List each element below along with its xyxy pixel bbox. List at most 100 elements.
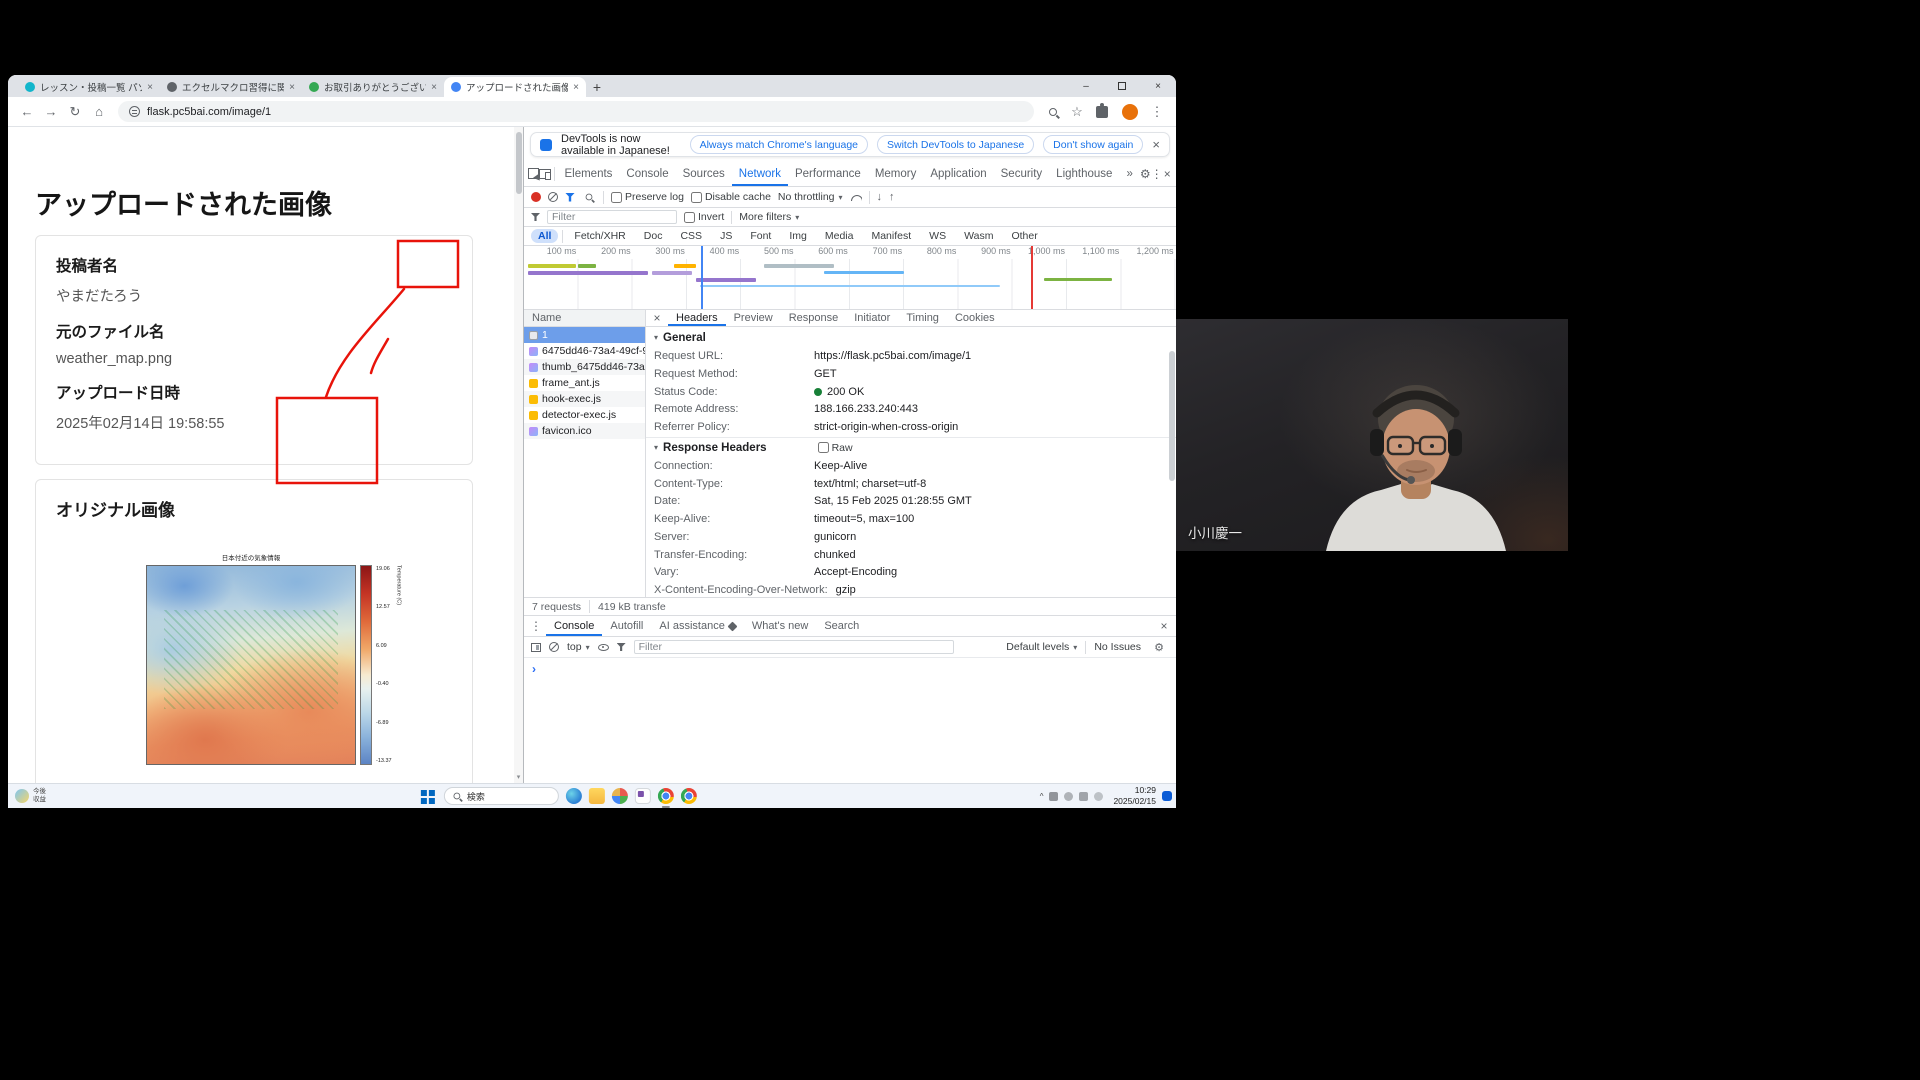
browser-tab-3[interactable]: お取引ありがとうございます × xyxy=(302,77,444,97)
taskbar-app-photos[interactable] xyxy=(612,788,628,804)
tab-memory[interactable]: Memory xyxy=(868,161,924,186)
network-conditions-icon[interactable] xyxy=(850,194,862,201)
tray-icon[interactable] xyxy=(1064,792,1073,801)
taskbar-app-chrome[interactable] xyxy=(658,788,674,804)
close-details-icon[interactable]: × xyxy=(646,311,668,325)
tab-elements[interactable]: Elements xyxy=(557,161,619,186)
network-request-row[interactable]: frame_ant.js xyxy=(524,375,645,391)
dont-show-again-button[interactable]: Don't show again xyxy=(1043,135,1143,154)
tab-security[interactable]: Security xyxy=(994,161,1050,186)
tab-close-icon[interactable]: × xyxy=(147,82,153,93)
checkbox[interactable] xyxy=(691,192,702,203)
chip-img[interactable]: Img xyxy=(782,229,814,243)
bookmark-star-icon[interactable]: ☆ xyxy=(1066,101,1088,123)
chip-ws[interactable]: WS xyxy=(922,229,953,243)
chip-all[interactable]: All xyxy=(531,229,558,243)
tab-cookies[interactable]: Cookies xyxy=(947,310,1003,326)
general-section-header[interactable]: ▾General xyxy=(646,327,1176,348)
more-tabs-icon[interactable]: » xyxy=(1119,161,1139,186)
home-icon[interactable]: ⌂ xyxy=(88,101,110,123)
back-icon[interactable]: ← xyxy=(16,101,38,123)
new-tab-button[interactable]: + xyxy=(586,77,608,97)
tab-headers[interactable]: Headers xyxy=(668,310,726,326)
raw-checkbox[interactable]: Raw xyxy=(818,442,853,454)
notification-badge[interactable] xyxy=(1162,791,1172,801)
chip-font[interactable]: Font xyxy=(743,229,778,243)
tab-performance[interactable]: Performance xyxy=(788,161,868,186)
match-language-button[interactable]: Always match Chrome's language xyxy=(690,135,868,154)
tab-close-icon[interactable]: × xyxy=(573,82,579,93)
tab-console-drawer[interactable]: Console xyxy=(546,616,602,636)
chip-wasm[interactable]: Wasm xyxy=(957,229,1000,243)
scrollbar-down-arrow[interactable]: ▾ xyxy=(514,773,523,781)
network-filter-input[interactable] xyxy=(547,210,677,224)
banner-close-icon[interactable]: × xyxy=(1152,137,1160,152)
browser-tab-active[interactable]: アップロードされた画像 × xyxy=(444,77,586,97)
forward-icon[interactable]: → xyxy=(40,101,62,123)
import-har-icon[interactable]: ↓ xyxy=(877,191,883,203)
network-request-row[interactable]: detector-exec.js xyxy=(524,407,645,423)
export-har-icon[interactable]: ↑ xyxy=(889,191,895,203)
chip-manifest[interactable]: Manifest xyxy=(864,229,918,243)
network-request-row[interactable]: hook-exec.js xyxy=(524,391,645,407)
taskbar-weather-widget[interactable]: 今後収益 xyxy=(8,784,53,808)
network-overview[interactable]: 100 ms 200 ms 300 ms 400 ms 500 ms 600 m… xyxy=(524,246,1176,310)
preserve-log-checkbox[interactable]: Preserve log xyxy=(611,191,684,203)
extensions-icon[interactable] xyxy=(1096,106,1108,118)
taskbar-app-notes[interactable] xyxy=(635,788,651,804)
tray-icon[interactable] xyxy=(1079,792,1088,801)
console-prompt[interactable]: › xyxy=(524,658,1176,783)
tab-initiator[interactable]: Initiator xyxy=(846,310,898,326)
tab-application[interactable]: Application xyxy=(923,161,993,186)
more-filters-dropdown[interactable]: More filters▾ xyxy=(739,211,799,223)
settings-gear-icon[interactable]: ⚙ xyxy=(1140,161,1151,186)
invert-checkbox[interactable]: Invert xyxy=(684,211,724,223)
chip-doc[interactable]: Doc xyxy=(637,229,670,243)
browser-tab-1[interactable]: レッスン・投稿一覧 パソコン仕事 5 × xyxy=(18,77,160,97)
browser-menu-icon[interactable]: ⋮ xyxy=(1146,101,1168,123)
device-toolbar-icon[interactable] xyxy=(539,161,551,186)
context-dropdown[interactable]: top▾ xyxy=(567,641,590,653)
reload-icon[interactable]: ↻ xyxy=(64,101,86,123)
profile-avatar[interactable] xyxy=(1122,104,1138,120)
drawer-close-icon[interactable]: × xyxy=(1154,616,1174,636)
tab-search[interactable]: Search xyxy=(816,616,867,636)
name-column-header[interactable]: Name xyxy=(524,310,645,327)
chip-js[interactable]: JS xyxy=(713,229,739,243)
site-info-icon[interactable] xyxy=(129,106,140,117)
filter-icon[interactable] xyxy=(565,193,575,202)
response-headers-section-header[interactable]: ▾Response HeadersRaw xyxy=(646,437,1176,458)
devtools-menu-icon[interactable]: ⋮ xyxy=(1151,161,1163,186)
taskbar-search[interactable]: 検索 xyxy=(444,787,559,805)
tab-ai-assistance[interactable]: AI assistance xyxy=(651,616,743,636)
tab-console[interactable]: Console xyxy=(619,161,675,186)
page-scrollbar[interactable]: ▾ xyxy=(514,127,523,783)
checkbox[interactable] xyxy=(611,192,622,203)
chip-media[interactable]: Media xyxy=(818,229,861,243)
network-request-row[interactable]: favicon.ico xyxy=(524,423,645,439)
record-icon[interactable] xyxy=(531,192,541,202)
tab-close-icon[interactable]: × xyxy=(289,82,295,93)
window-maximize-button[interactable] xyxy=(1104,75,1140,97)
throttling-dropdown[interactable]: No throttling▾ xyxy=(778,191,843,203)
taskbar-clock[interactable]: 10:29 2025/02/15 xyxy=(1113,785,1156,807)
clear-console-icon[interactable] xyxy=(549,642,559,652)
window-close-button[interactable]: × xyxy=(1140,75,1176,97)
tray-icon[interactable] xyxy=(1094,792,1103,801)
taskbar-app-chrome-2[interactable] xyxy=(681,788,697,804)
network-request-row[interactable]: thumb_6475dd46-73a4... xyxy=(524,359,645,375)
taskbar-app-widgets[interactable] xyxy=(566,788,582,804)
start-button[interactable] xyxy=(421,790,427,796)
network-request-row[interactable]: 6475dd46-73a4-49cf-9... xyxy=(524,343,645,359)
issues-counter[interactable]: No Issues xyxy=(1094,641,1141,653)
tray-icon[interactable] xyxy=(1049,792,1058,801)
address-bar[interactable]: flask.pc5bai.com/image/1 xyxy=(118,101,1034,122)
network-request-row[interactable]: 1 xyxy=(524,327,645,343)
drawer-menu-icon[interactable]: ⋮ xyxy=(526,616,546,636)
window-minimize-button[interactable]: – xyxy=(1068,75,1104,97)
taskbar-app-explorer[interactable] xyxy=(589,788,605,804)
tab-timing[interactable]: Timing xyxy=(898,310,947,326)
clear-icon[interactable] xyxy=(548,192,558,202)
tab-network[interactable]: Network xyxy=(732,161,788,186)
console-sidebar-icon[interactable] xyxy=(531,643,541,652)
